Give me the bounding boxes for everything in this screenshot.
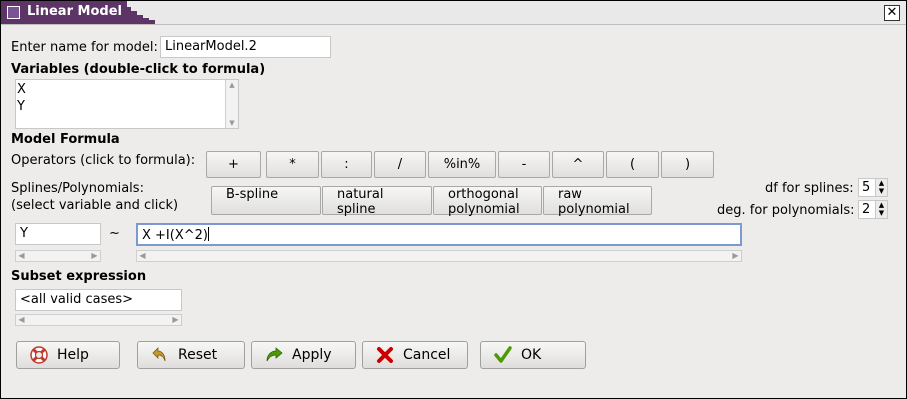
help-button[interactable]: Help [16,341,120,369]
operator-times-button[interactable]: * [266,151,319,178]
orthogonal-polynomial-button[interactable]: orthogonal polynomial [433,186,542,217]
cancel-label: Cancel [403,347,451,363]
b-spline-label: B-spline [226,187,279,202]
scroll-up-icon[interactable]: ▲ [226,80,238,90]
operator-divide-button[interactable]: / [374,151,426,178]
variable-item-y[interactable]: Y [17,99,25,114]
operator-open-paren-button[interactable]: ( [606,151,659,178]
window-title: Linear Model [27,4,122,19]
b-spline-button[interactable]: B-spline [211,186,321,215]
cancel-button[interactable]: Cancel [362,341,468,369]
natural-spline-label-2: spline [337,202,376,217]
natural-spline-label-1: natural [337,187,384,202]
linear-model-dialog: Linear Model ✕ Enter name for model: Lin… [0,0,907,399]
scroll-left-icon[interactable]: ◀ [16,315,27,325]
subset-heading: Subset expression [11,269,147,284]
deg-polynomials-value[interactable]: 2 [862,202,870,217]
help-label: Help [57,347,89,363]
operator-plus-button[interactable]: + [206,151,261,178]
operator-power-button[interactable]: ^ [552,151,604,178]
operator-minus-button[interactable]: - [498,151,550,178]
scroll-right-icon[interactable]: ▶ [89,251,100,261]
model-name-label: Enter name for model: [11,40,158,55]
variables-heading: Variables (double-click to formula) [11,62,266,77]
variables-scrollbar[interactable]: ▲ ▼ [225,80,238,128]
title-bar[interactable]: Linear Model ✕ [1,1,906,25]
scroll-left-icon[interactable]: ◀ [137,251,148,261]
orthogonal-polynomial-label-2: polynomial [448,202,520,217]
subset-input[interactable]: <all valid cases> [15,289,182,311]
scroll-right-icon[interactable]: ▶ [730,251,741,261]
reset-label: Reset [178,347,218,363]
close-icon[interactable]: ✕ [884,5,900,21]
model-name-input[interactable]: LinearModel.2 [160,36,331,58]
operator-colon-button[interactable]: : [321,151,372,178]
natural-spline-button[interactable]: natural spline [322,186,432,217]
df-splines-label: df for splines: [765,181,854,196]
cancel-x-icon [377,347,393,363]
operators-label: Operators (click to formula): [11,153,196,168]
dialog-content: Enter name for model: LinearModel.2 Vari… [8,30,900,394]
apply-label: Apply [292,347,332,363]
operator-in-button[interactable]: %in% [428,151,496,178]
scroll-right-icon[interactable]: ▶ [170,315,181,325]
orthogonal-polynomial-label-1: orthogonal [448,187,519,202]
raw-polynomial-label-2: polynomial [558,202,630,217]
ok-label: OK [521,347,542,363]
redo-arrow-icon [266,347,283,362]
rhs-formula-input[interactable]: X +I(X^2) [136,223,742,246]
df-splines-spinner[interactable]: 5 ▲ ▼ [858,178,888,197]
raw-polynomial-button[interactable]: raw polynomial [543,186,652,217]
tilde-label: ~ [109,226,120,241]
text-cursor [207,227,209,241]
splines-label-line2: (select variable and click) [11,198,179,213]
variable-item-x[interactable]: X [17,82,26,97]
lhs-scrollbar[interactable]: ◀ ▶ [15,250,101,262]
checkmark-icon [494,346,512,363]
deg-polynomials-label: deg. for polynomials: [717,203,855,218]
scroll-down-icon[interactable]: ▼ [226,118,238,128]
spinner-arrows-icon[interactable]: ▲ ▼ [875,179,887,196]
window-icon [7,6,20,19]
lhs-input[interactable]: Y [15,223,101,245]
apply-button[interactable]: Apply [251,341,356,369]
scroll-left-icon[interactable]: ◀ [16,251,27,261]
spinner-arrows-icon[interactable]: ▲ ▼ [875,201,887,218]
df-splines-value[interactable]: 5 [862,180,870,195]
lifebuoy-icon [30,346,48,364]
model-formula-heading: Model Formula [11,132,120,147]
operator-close-paren-button[interactable]: ) [661,151,714,178]
rhs-scrollbar[interactable]: ◀ ▶ [136,250,742,262]
splines-label-line1: Splines/Polynomials: [11,181,144,196]
title-tab-decoration [123,1,163,24]
raw-polynomial-label-1: raw [558,187,582,202]
deg-polynomials-spinner[interactable]: 2 ▲ ▼ [858,200,888,219]
subset-scrollbar[interactable]: ◀ ▶ [15,314,182,326]
rhs-formula-text: X +I(X^2) [142,228,208,243]
ok-button[interactable]: OK [480,341,586,369]
reset-button[interactable]: Reset [137,341,245,369]
variables-listbox[interactable]: X Y ▲ ▼ [15,79,239,129]
undo-icon [152,347,166,362]
